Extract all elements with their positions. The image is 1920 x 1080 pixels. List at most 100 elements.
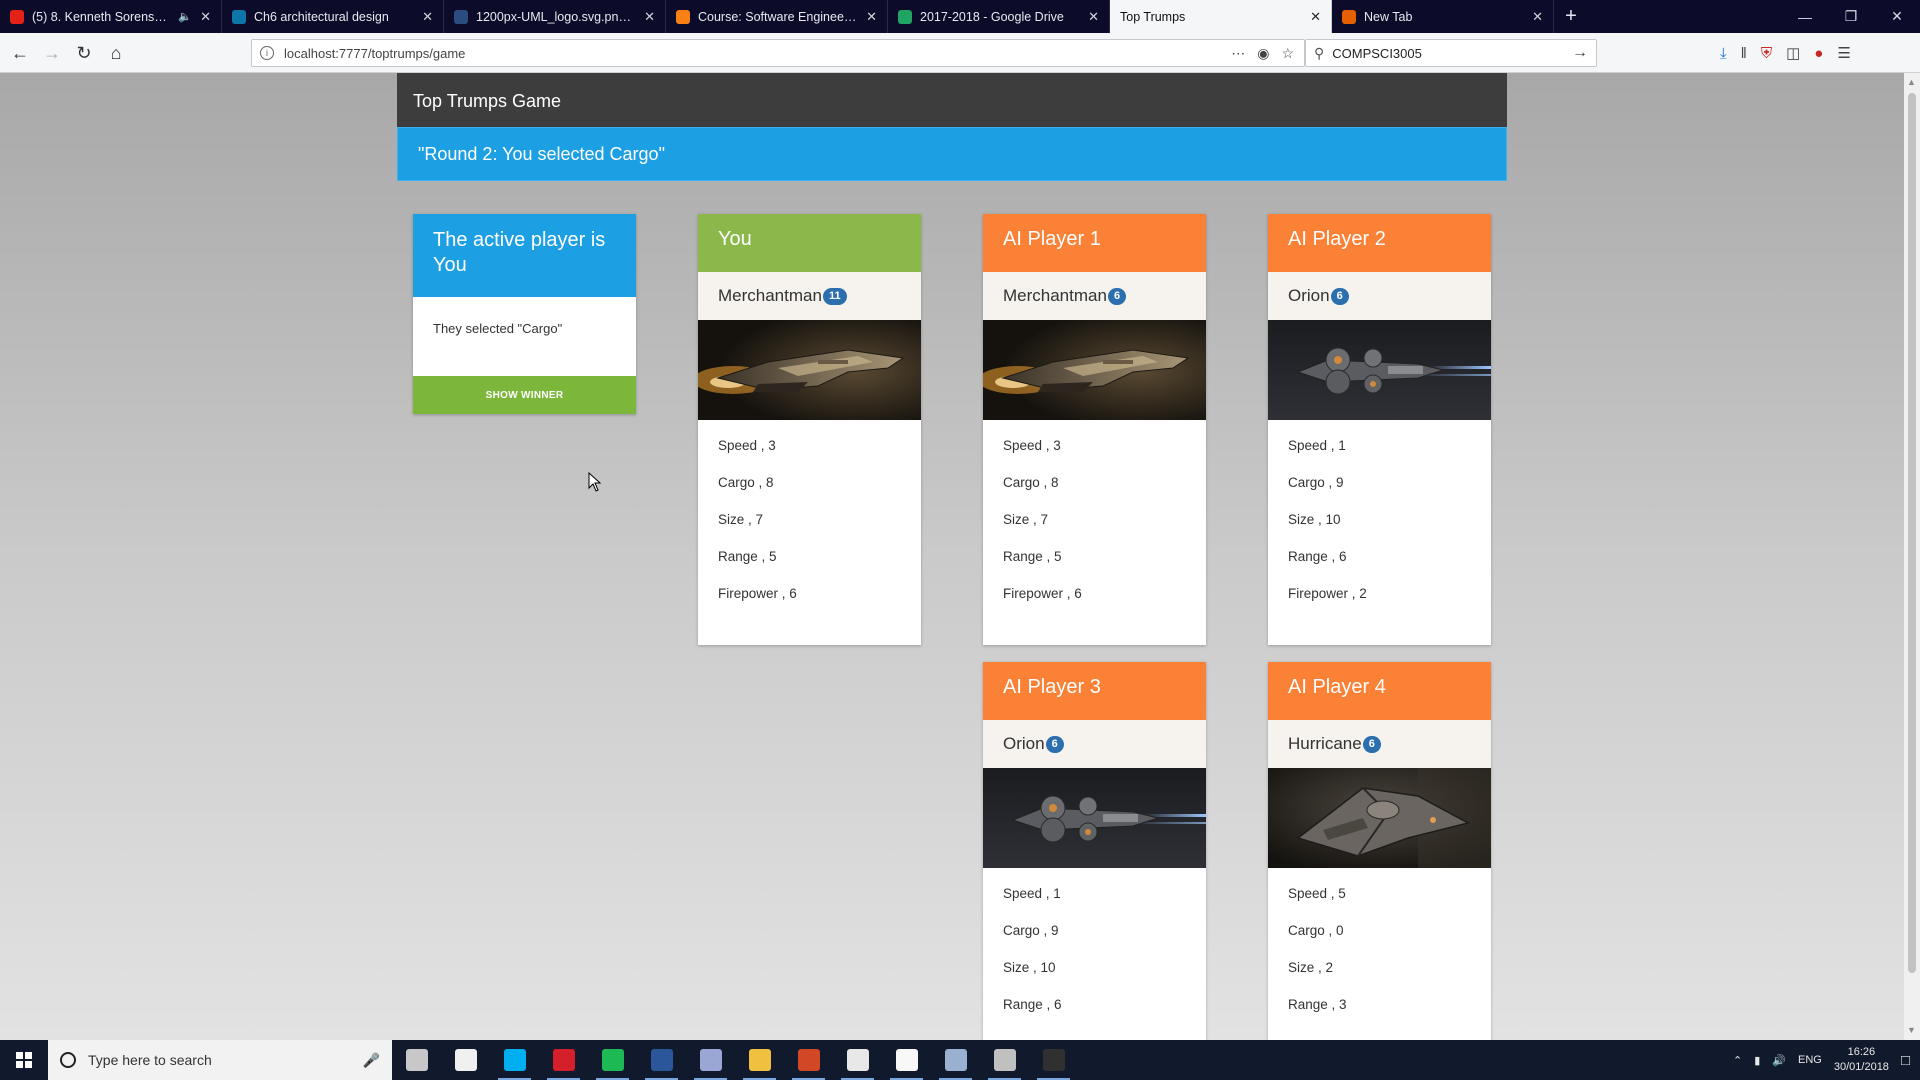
card-stat[interactable]: Cargo , 8 xyxy=(718,474,901,511)
scrollbar-thumb[interactable] xyxy=(1908,93,1916,973)
browser-tab[interactable]: Ch6 architectural design ✕ xyxy=(222,0,444,33)
forward-button[interactable]: → xyxy=(38,39,66,67)
tab-audio-icon[interactable]: 🔈 xyxy=(178,10,192,23)
close-window-button[interactable]: ✕ xyxy=(1874,0,1920,33)
back-button[interactable]: ← xyxy=(6,39,34,67)
library-icon[interactable]: ‖ xyxy=(1741,45,1747,62)
card-stat[interactable]: Cargo , 0 xyxy=(1288,922,1471,959)
page-scrollbar[interactable]: ▲ ▼ xyxy=(1904,73,1920,1040)
card-stat[interactable]: Firepower , 2 xyxy=(1288,585,1471,622)
home-button[interactable]: ⌂ xyxy=(102,39,130,67)
taskbar-app-word[interactable] xyxy=(637,1040,686,1080)
restore-button[interactable]: ❐ xyxy=(1828,0,1874,33)
green-app-icon xyxy=(601,1049,624,1071)
card-stat[interactable]: Size , 10 xyxy=(1288,511,1471,548)
card-stat[interactable]: Speed , 5 xyxy=(1288,885,1471,922)
card-name: Merchantman xyxy=(1003,286,1107,305)
volume-icon[interactable]: 🔊 xyxy=(1772,1054,1786,1067)
card-stat[interactable]: Size , 10 xyxy=(1003,959,1186,996)
card-stat[interactable]: Size , 2 xyxy=(1288,959,1471,996)
card-stat[interactable]: Range , 5 xyxy=(1003,548,1186,585)
tab-favicon-icon xyxy=(898,9,912,24)
clock[interactable]: 16:26 30/01/2018 xyxy=(1834,1045,1889,1075)
scroll-up-arrow-icon[interactable]: ▲ xyxy=(1907,77,1916,87)
taskbar-search-input[interactable]: Type here to search xyxy=(88,1052,363,1068)
taskbar-app-powerpoint[interactable] xyxy=(784,1040,833,1080)
taskbar-search-box[interactable]: Type here to search 🎤 xyxy=(48,1040,392,1080)
url-text[interactable]: localhost:7777/toptrumps/game xyxy=(284,46,1231,61)
card-stat[interactable]: Size , 7 xyxy=(1003,511,1186,548)
start-button[interactable] xyxy=(0,1040,48,1080)
tab-close-icon[interactable]: ✕ xyxy=(644,9,655,25)
card-stat[interactable]: Size , 7 xyxy=(718,511,901,548)
card-stat[interactable]: Speed , 3 xyxy=(1003,437,1186,474)
round-status-text: "Round 2: You selected Cargo" xyxy=(418,144,665,164)
browser-tab[interactable]: Top Trumps ✕ xyxy=(1110,0,1332,33)
reload-button[interactable]: ↻ xyxy=(70,39,98,67)
app-header: Top Trumps Game xyxy=(397,73,1507,127)
taskbar-app-mail[interactable] xyxy=(441,1040,490,1080)
card-stat[interactable]: Firepower , 6 xyxy=(718,585,901,622)
card-stat[interactable]: Cargo , 8 xyxy=(1003,474,1186,511)
card-stat[interactable]: Speed , 3 xyxy=(718,437,901,474)
tab-favicon-icon xyxy=(10,9,24,24)
round-status-bar: "Round 2: You selected Cargo" xyxy=(397,127,1507,181)
browser-tab[interactable]: (5) 8. Kenneth Sorenson - S 🔈 ✕ xyxy=(0,0,222,33)
ship-image xyxy=(983,320,1206,420)
taskbar-app-acrobat[interactable] xyxy=(539,1040,588,1080)
search-icon: ⚲ xyxy=(1314,44,1325,61)
search-input[interactable]: COMPSCI3005 xyxy=(1332,46,1572,61)
taskbar-app-skype[interactable] xyxy=(490,1040,539,1080)
site-info-icon[interactable]: i xyxy=(260,46,274,60)
tab-close-icon[interactable]: ✕ xyxy=(866,9,877,25)
search-box[interactable]: ⚲ COMPSCI3005 → xyxy=(1305,39,1597,67)
bookmark-star-icon[interactable]: ☆ xyxy=(1281,45,1294,62)
browser-tab[interactable]: 2017-2018 - Google Drive ✕ xyxy=(888,0,1110,33)
pocket-icon[interactable]: ◉ xyxy=(1257,45,1269,62)
taskbar-app-eclipse[interactable] xyxy=(931,1040,980,1080)
microphone-icon[interactable]: 🎤 xyxy=(363,1052,380,1069)
taskbar-app-green-app[interactable] xyxy=(588,1040,637,1080)
minimize-button[interactable]: — xyxy=(1782,0,1828,33)
ublock-shield-icon[interactable]: ⛨ xyxy=(1761,45,1772,62)
card-stat[interactable]: Speed , 1 xyxy=(1003,885,1186,922)
taskbar-app-file-explorer[interactable] xyxy=(735,1040,784,1080)
tab-close-icon[interactable]: ✕ xyxy=(200,9,211,25)
ship-image xyxy=(1268,320,1491,420)
card-stat[interactable]: Range , 6 xyxy=(1288,548,1471,585)
page-actions-icon[interactable]: ⋯ xyxy=(1231,45,1245,62)
search-go-icon[interactable]: → xyxy=(1572,44,1588,62)
tab-close-icon[interactable]: ✕ xyxy=(1310,9,1321,25)
tab-close-icon[interactable]: ✕ xyxy=(1532,9,1543,25)
scroll-down-arrow-icon[interactable]: ▼ xyxy=(1907,1025,1916,1035)
card-stat[interactable]: Range , 3 xyxy=(1288,996,1471,1033)
action-center-icon[interactable]: □ xyxy=(1901,1052,1910,1069)
menu-hamburger-icon[interactable]: ☰ xyxy=(1837,44,1850,62)
taskbar-app-terminal[interactable] xyxy=(1029,1040,1078,1080)
card-stat[interactable]: Speed , 1 xyxy=(1288,437,1471,474)
address-bar[interactable]: i localhost:7777/toptrumps/game ⋯ ◉ ☆ xyxy=(251,39,1305,67)
browser-tab[interactable]: 1200px-UML_logo.svg.png (PN ✕ xyxy=(444,0,666,33)
taskbar-app-calculator[interactable] xyxy=(833,1040,882,1080)
card-stat[interactable]: Range , 6 xyxy=(1003,996,1186,1033)
show-winner-button[interactable]: SHOW WINNER xyxy=(413,376,636,414)
downloads-icon[interactable]: ⤓ xyxy=(1720,45,1727,62)
card-stat[interactable]: Range , 5 xyxy=(718,548,901,585)
new-tab-button[interactable]: + xyxy=(1554,0,1588,33)
taskbar-app-chrome-like[interactable] xyxy=(980,1040,1029,1080)
sidebar-icon[interactable]: ◫ xyxy=(1786,44,1800,62)
language-indicator[interactable]: ENG xyxy=(1798,1054,1822,1066)
taskbar-app-db-app[interactable] xyxy=(686,1040,735,1080)
card-stat[interactable]: Firepower , 6 xyxy=(1003,585,1186,622)
tab-close-icon[interactable]: ✕ xyxy=(422,9,433,25)
taskbar-app-notepad[interactable] xyxy=(882,1040,931,1080)
card-stat[interactable]: Cargo , 9 xyxy=(1003,922,1186,959)
extension-icon[interactable]: ● xyxy=(1814,45,1823,62)
battery-icon[interactable]: ▮ xyxy=(1754,1054,1760,1067)
tab-close-icon[interactable]: ✕ xyxy=(1088,9,1099,25)
browser-tab[interactable]: New Tab ✕ xyxy=(1332,0,1554,33)
taskbar-app-task-view[interactable] xyxy=(392,1040,441,1080)
card-stat[interactable]: Cargo , 9 xyxy=(1288,474,1471,511)
browser-tab[interactable]: Course: Software Engineering ✕ xyxy=(666,0,888,33)
show-hidden-icons-icon[interactable]: ⌃ xyxy=(1733,1054,1742,1067)
